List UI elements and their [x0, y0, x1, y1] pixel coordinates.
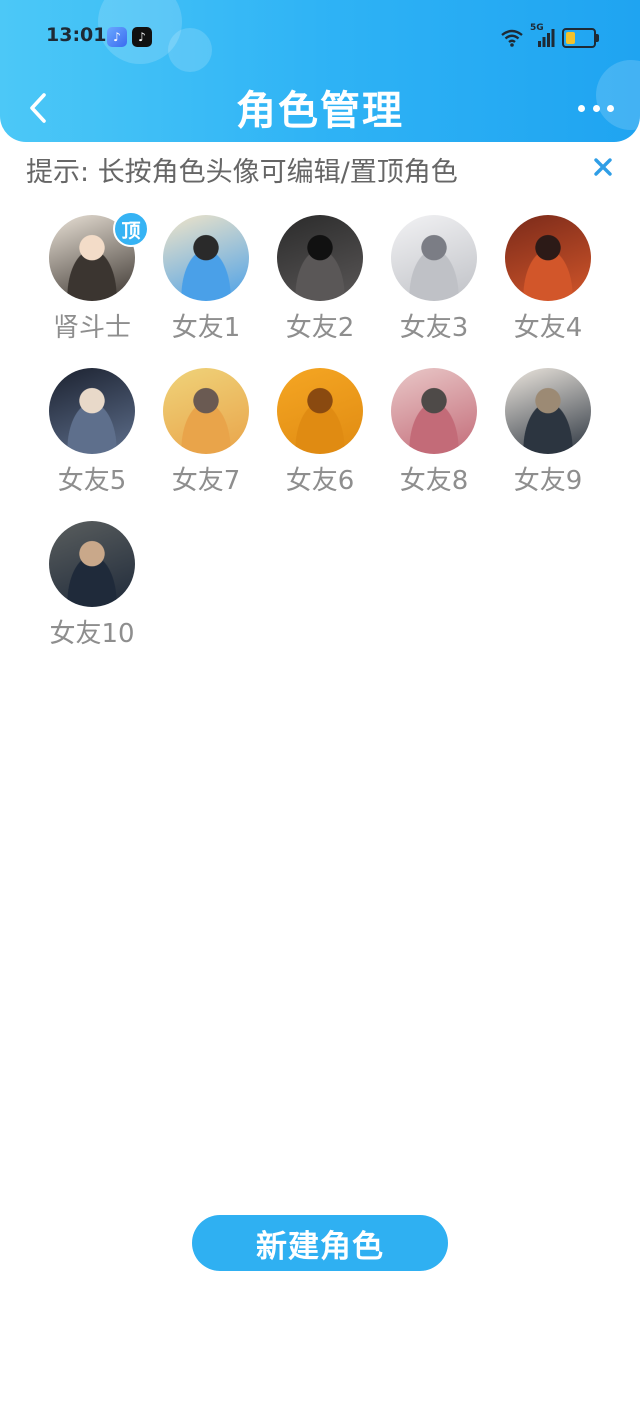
page-title: 角色管理: [236, 88, 404, 134]
role-avatar[interactable]: [505, 215, 591, 301]
role-avatar[interactable]: [505, 368, 591, 454]
role-item[interactable]: 顶肾斗士: [35, 211, 149, 344]
role-item[interactable]: 女友6: [263, 368, 377, 497]
role-avatar[interactable]: [163, 215, 249, 301]
role-item[interactable]: 女友10: [35, 521, 149, 650]
role-name: 女友4: [513, 313, 583, 343]
battery-icon: [562, 28, 599, 48]
role-name: 女友1: [171, 313, 241, 343]
more-dot-icon: [578, 104, 585, 112]
tip-text: 提示: 长按角色头像可编辑/置顶角色: [26, 157, 458, 188]
more-options-button[interactable]: [578, 94, 614, 122]
role-name: 女友7: [171, 466, 241, 496]
role-item[interactable]: 女友7: [149, 368, 263, 497]
role-name: 肾斗士: [52, 313, 131, 343]
more-dot-icon: [592, 104, 600, 112]
role-item[interactable]: 女友3: [377, 215, 491, 344]
role-item[interactable]: 女友4: [491, 215, 605, 344]
music-app-icon: ♪: [107, 27, 127, 47]
close-icon: [594, 158, 612, 176]
role-item[interactable]: 女友2: [263, 215, 377, 344]
role-item[interactable]: 女友1: [149, 215, 263, 344]
more-dot-icon: [607, 104, 614, 112]
role-name: 女友10: [49, 619, 135, 649]
role-item[interactable]: 女友9: [491, 368, 605, 497]
role-name: 女友6: [285, 466, 355, 496]
role-name: 女友8: [399, 466, 469, 496]
pinned-badge: 顶: [113, 211, 149, 247]
tiktok-app-icon: ♪: [132, 27, 152, 47]
role-name: 女友3: [399, 313, 469, 343]
header-bar: 13:01 ♪ ♪ 5G 角色管理: [0, 0, 640, 142]
role-item[interactable]: 女友5: [35, 368, 149, 497]
status-bar: 13:01 ♪ ♪ 5G: [0, 0, 640, 74]
role-avatar[interactable]: [49, 368, 135, 454]
role-avatar[interactable]: [391, 368, 477, 454]
cellular-signal-icon: 5G: [530, 23, 556, 49]
role-avatar[interactable]: [49, 521, 135, 607]
role-avatar[interactable]: [277, 215, 363, 301]
role-name: 女友5: [57, 466, 127, 496]
role-avatar[interactable]: [163, 368, 249, 454]
role-name: 女友9: [513, 466, 583, 496]
system-icons: 5G: [500, 23, 599, 50]
role-avatar[interactable]: [391, 215, 477, 301]
role-item[interactable]: 女友8: [377, 368, 491, 497]
role-name: 女友2: [285, 313, 355, 343]
close-tip-button[interactable]: [590, 154, 616, 180]
status-time: 13:01: [46, 24, 107, 46]
new-role-button[interactable]: 新建角色: [192, 1215, 448, 1271]
role-avatar[interactable]: [277, 368, 363, 454]
wifi-icon: [501, 29, 523, 47]
battery-level: [566, 32, 575, 44]
